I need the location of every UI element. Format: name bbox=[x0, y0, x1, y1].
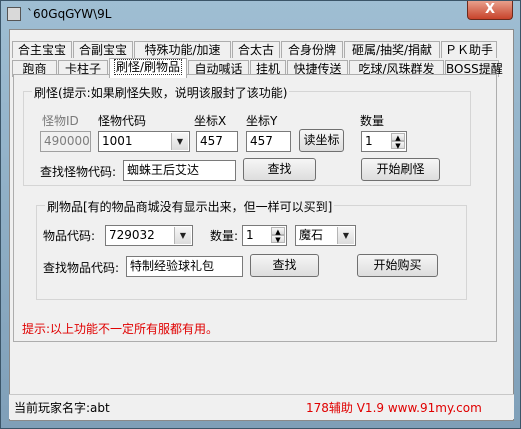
monster-code-value: 1001 bbox=[102, 134, 133, 148]
monster-search-label: 查找怪物代码: bbox=[40, 165, 117, 179]
item-purchase-group: 刷物品[有的物品商城没有显示出来，但一样可以买到] 物品代码: 729032 ▼… bbox=[36, 198, 467, 300]
tab-label: ＰＫ助手 bbox=[444, 43, 493, 57]
tab-label: 特殊功能/加速 bbox=[144, 43, 221, 57]
coord-y-label: 坐标Y bbox=[246, 114, 278, 128]
item-search-button[interactable]: 查找 bbox=[250, 254, 319, 277]
monster-spawn-group: 刷怪(提示:如果刷怪失败，说明该服封了该功能) 怪物ID 怪物代码 坐标X 坐标… bbox=[23, 84, 471, 186]
item-search-input[interactable]: 特制经验球礼包 bbox=[126, 256, 243, 277]
monster-code-select[interactable]: 1001 ▼ bbox=[98, 131, 190, 152]
tab-label: 合身份牌 bbox=[287, 43, 336, 57]
monster-id-label: 怪物ID bbox=[42, 114, 79, 128]
tab-main-pet[interactable]: 合主宝宝 bbox=[12, 41, 72, 58]
item-code-select[interactable]: 729032 ▼ bbox=[105, 225, 193, 246]
window-title: `60GqGYW\9L bbox=[27, 7, 112, 21]
start-spawn-button[interactable]: 开始刷怪 bbox=[361, 158, 440, 181]
tab-taigu[interactable]: 合太古 bbox=[232, 41, 280, 58]
tab-sub-pet[interactable]: 合副宝宝 bbox=[73, 41, 133, 58]
chevron-down-icon: ▼ bbox=[171, 133, 188, 150]
start-buy-button[interactable]: 开始购买 bbox=[357, 254, 438, 277]
tab-attr-lottery-donate[interactable]: 砸属/抽奖/捐献 bbox=[344, 41, 440, 58]
chevron-down-icon: ▼ bbox=[337, 227, 354, 244]
coord-x-label: 坐标X bbox=[194, 114, 227, 128]
spin-up-icon[interactable]: ▲ bbox=[391, 133, 405, 142]
tab-spawn-items[interactable]: 刷怪/刷物品 bbox=[109, 58, 187, 78]
tab-special-accel[interactable]: 特殊功能/加速 bbox=[134, 41, 231, 58]
currency-select[interactable]: 魔石 ▼ bbox=[295, 225, 356, 246]
tab-label: 合太古 bbox=[237, 43, 274, 57]
title-bar[interactable]: `60GqGYW\9L X bbox=[1, 1, 520, 29]
monster-id-field: 490000 bbox=[40, 131, 91, 152]
tab-panel: 刷怪(提示:如果刷怪失败，说明该服封了该功能) 怪物ID 怪物代码 坐标X 坐标… bbox=[13, 74, 497, 342]
item-qty-label: 数量: bbox=[210, 229, 239, 243]
hint-text: 提示:以上功能不一定所有服都有用。 bbox=[22, 322, 219, 336]
tab-pk-helper[interactable]: ＰＫ助手 bbox=[441, 41, 497, 58]
monster-group-title: 刷怪(提示:如果刷怪失败，说明该服封了该功能) bbox=[32, 84, 290, 101]
item-search-label: 查找物品代码: bbox=[43, 261, 120, 275]
monster-search-button[interactable]: 查找 bbox=[243, 158, 316, 181]
tab-identity-card[interactable]: 合身份牌 bbox=[281, 41, 343, 58]
app-window: `60GqGYW\9L X 合主宝宝 合副宝宝 特殊功能/加速 合太古 合身份牌… bbox=[0, 0, 521, 429]
item-qty-stepper[interactable]: 1 ▲ ▼ bbox=[242, 225, 287, 246]
read-coord-button[interactable]: 读坐标 bbox=[299, 129, 344, 152]
coord-y-field[interactable]: 457 bbox=[246, 131, 291, 152]
spin-down-icon[interactable]: ▼ bbox=[271, 235, 285, 244]
tab-label: 砸属/抽奖/捐献 bbox=[351, 43, 433, 57]
item-code-label: 物品代码: bbox=[43, 229, 96, 243]
item-code-value: 729032 bbox=[109, 228, 155, 242]
spawn-qty-value: 1 bbox=[365, 134, 373, 148]
spin-up-icon[interactable]: ▲ bbox=[271, 227, 285, 236]
brand-link[interactable]: 178辅助 V1.9 www.91my.com bbox=[306, 399, 482, 416]
item-group-title: 刷物品[有的物品商城没有显示出来，但一样可以买到] bbox=[45, 198, 335, 215]
tab-label: 刷怪/刷物品 bbox=[113, 59, 183, 75]
spawn-qty-stepper[interactable]: 1 ▲ ▼ bbox=[361, 131, 407, 152]
app-icon bbox=[7, 7, 21, 21]
spin-down-icon[interactable]: ▼ bbox=[391, 141, 405, 150]
coord-x-field[interactable]: 457 bbox=[196, 131, 238, 152]
spin-buttons[interactable]: ▲ ▼ bbox=[271, 227, 285, 244]
status-bar: 当前玩家名字:abt 178辅助 V1.9 www.91my.com bbox=[9, 394, 514, 419]
item-qty-value: 1 bbox=[246, 228, 254, 242]
monster-code-label: 怪物代码 bbox=[98, 114, 147, 128]
tab-label: 合副宝宝 bbox=[78, 43, 127, 57]
spin-buttons[interactable]: ▲ ▼ bbox=[391, 133, 405, 150]
currency-value: 魔石 bbox=[299, 228, 324, 242]
close-button[interactable]: X bbox=[467, 1, 513, 20]
tab-label: 合主宝宝 bbox=[17, 43, 66, 57]
chevron-down-icon: ▼ bbox=[174, 227, 191, 244]
spawn-qty-label: 数量 bbox=[360, 114, 385, 128]
player-name-label: 当前玩家名字:abt bbox=[14, 401, 110, 415]
monster-search-input[interactable]: 蜘蛛王后艾达 bbox=[123, 160, 236, 181]
